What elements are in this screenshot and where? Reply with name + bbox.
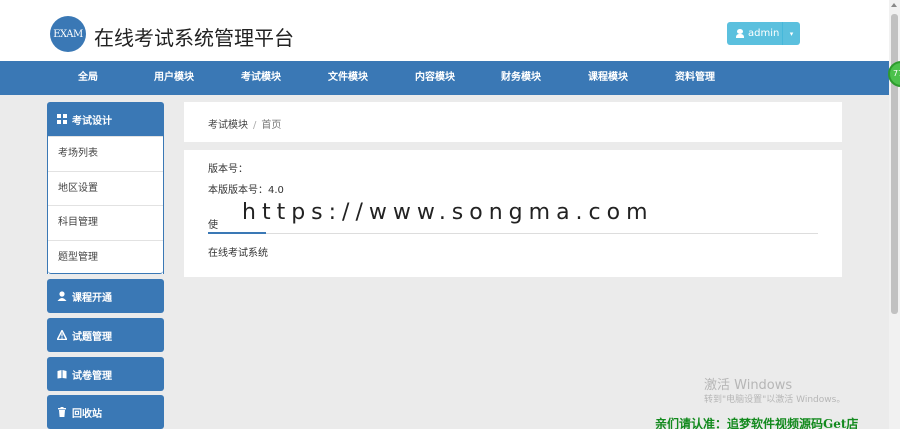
nav-item-files[interactable]: 文件模块	[328, 61, 368, 95]
nav-item-content[interactable]: 内容模块	[415, 61, 455, 95]
top-header: EXAM 在线考试系统管理平台 admin ▾	[0, 0, 889, 61]
sidebar-group-papers[interactable]: 试卷管理	[47, 357, 164, 391]
main-nav: 全局 用户模块 考试模块 文件模块 内容模块 财务模块 课程模块 资料管理	[0, 61, 889, 95]
breadcrumb-module[interactable]: 考试模块	[208, 120, 248, 131]
tab-usage[interactable]: 使	[208, 216, 218, 231]
warning-icon	[57, 330, 67, 340]
sidebar-item-regions[interactable]: 地区设置	[48, 170, 163, 206]
scroll-thumb[interactable]	[891, 14, 898, 314]
nav-item-courses[interactable]: 课程模块	[588, 61, 628, 95]
sidebar-head-papers[interactable]: 试卷管理	[47, 357, 164, 391]
grid-icon	[57, 114, 67, 124]
trash-icon	[58, 407, 66, 417]
system-description: 在线考试系统	[208, 248, 268, 259]
sidebar-head-label: 试题管理	[72, 331, 112, 343]
sidebar-item-question-types[interactable]: 题型管理	[48, 239, 163, 274]
footer-notice: 亲们请认准：追梦软件视频源码Get店	[655, 417, 859, 429]
caret-down-icon[interactable]: ▾	[783, 30, 800, 38]
sidebar-head-recycle[interactable]: 回收站	[47, 395, 164, 429]
username-label: admin	[748, 28, 780, 39]
breadcrumb: 考试模块 / 首页	[208, 116, 281, 131]
sidebar-head-label: 回收站	[72, 408, 102, 420]
local-version-label: 本版版本号：4.0	[208, 185, 284, 196]
sidebar-item-subjects[interactable]: 科目管理	[48, 205, 163, 240]
windows-activation-subtitle: 转到"电脑设置"以激活 Windows。	[704, 395, 846, 405]
breadcrumb-separator: /	[253, 120, 257, 131]
version-label: 版本号：	[208, 164, 248, 175]
nav-item-users[interactable]: 用户模块	[154, 61, 194, 95]
book-icon	[57, 370, 67, 379]
sidebar-group-questions[interactable]: 试题管理	[47, 318, 164, 352]
nav-item-finance[interactable]: 财务模块	[501, 61, 541, 95]
sidebar-group-recycle[interactable]: 回收站	[47, 395, 164, 429]
sidebar-head-exam-design[interactable]: 考试设计	[47, 102, 164, 136]
tab-active-indicator	[208, 232, 266, 234]
nav-item-materials[interactable]: 资料管理	[675, 61, 715, 95]
sidebar-head-course-open[interactable]: 课程开通	[47, 279, 164, 313]
breadcrumb-current: 首页	[261, 120, 282, 131]
scroll-up-icon[interactable]	[891, 3, 897, 7]
sidebar-submenu: 考场列表 地区设置 科目管理 题型管理	[47, 136, 164, 274]
sidebar-item-exam-rooms[interactable]: 考场列表	[48, 136, 163, 171]
tab-divider	[208, 233, 818, 234]
nav-item-global[interactable]: 全局	[78, 61, 98, 95]
sidebar-head-label: 课程开通	[72, 292, 112, 304]
breadcrumb-panel: 考试模块 / 首页	[184, 102, 842, 142]
sidebar-head-label: 试卷管理	[72, 370, 112, 382]
user-menu-button[interactable]: admin ▾	[727, 22, 800, 45]
sidebar-group-exam-design: 考试设计 考场列表 地区设置 科目管理 题型管理	[47, 102, 164, 274]
watermark-text: https://www.songma.com	[242, 200, 654, 225]
sidebar-group-course-open[interactable]: 课程开通	[47, 279, 164, 313]
logo[interactable]: EXAM	[50, 16, 86, 52]
sidebar-head-questions[interactable]: 试题管理	[47, 318, 164, 352]
nav-item-exams[interactable]: 考试模块	[241, 61, 281, 95]
user-icon	[736, 29, 744, 38]
windows-activation-title: 激活 Windows	[704, 378, 793, 393]
sidebar-head-label: 考试设计	[72, 115, 112, 127]
app-title: 在线考试系统管理平台	[94, 26, 294, 50]
user-icon	[57, 291, 67, 301]
